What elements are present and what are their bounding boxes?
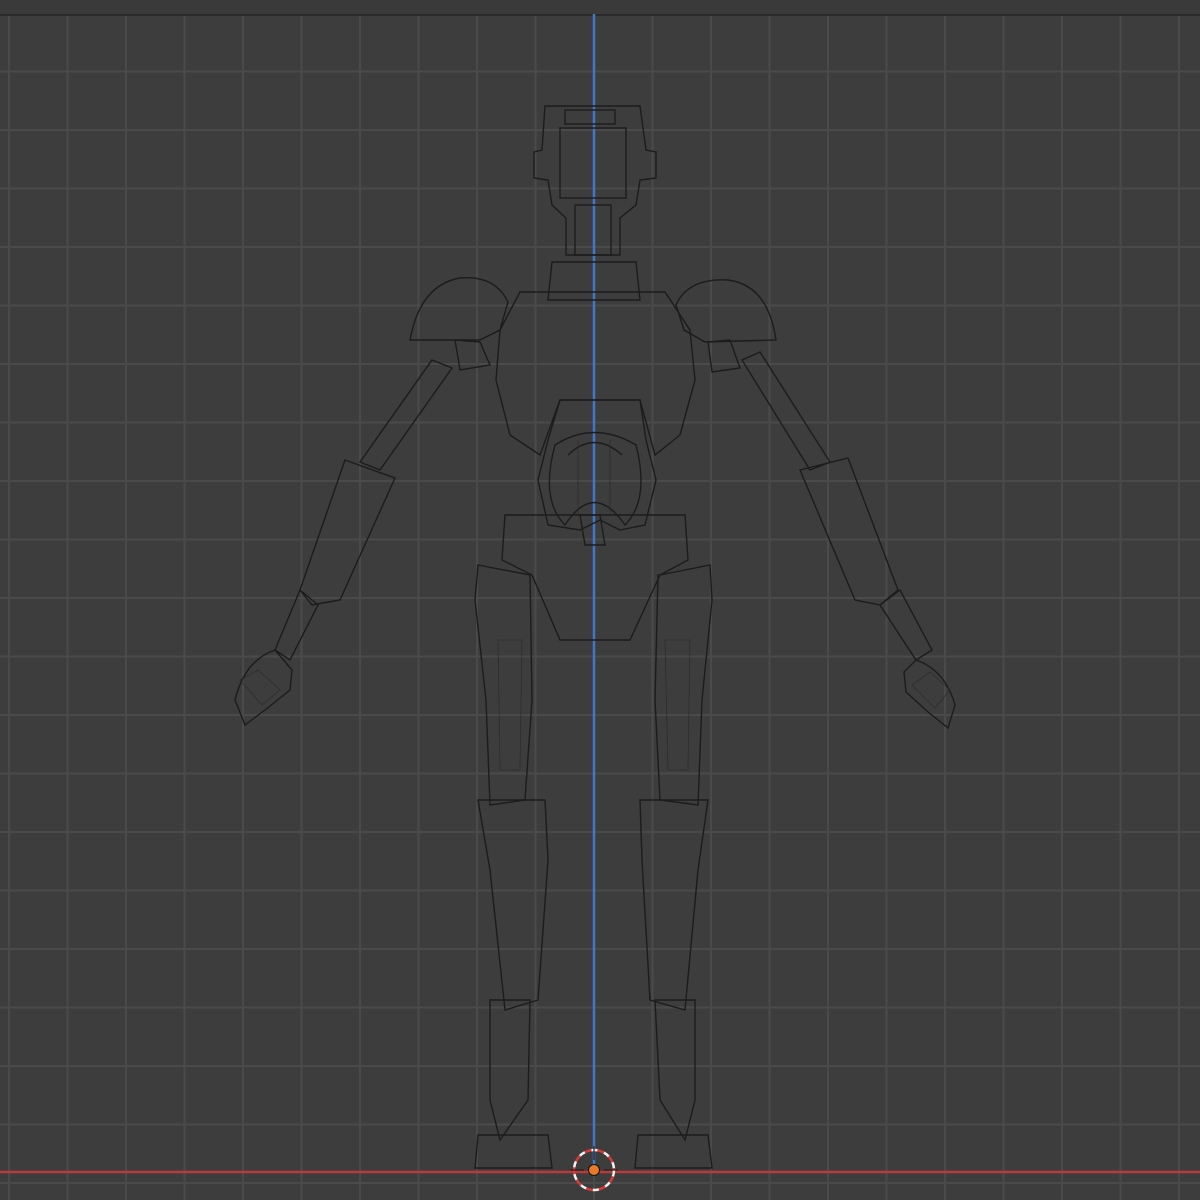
robot-arm-right[interactable] — [740, 351, 956, 730]
origin-icon — [588, 1164, 600, 1176]
3d-viewport[interactable] — [0, 0, 1200, 1200]
robot-arm-left[interactable] — [234, 359, 454, 727]
robot-torso[interactable] — [495, 291, 696, 531]
robot-shoulder-right[interactable] — [675, 279, 777, 373]
robot-leg-left[interactable] — [474, 564, 553, 1169]
robot-shoulder-left[interactable] — [409, 277, 509, 371]
viewport-canvas[interactable] — [0, 0, 1200, 1200]
robot-leg-right[interactable] — [634, 564, 713, 1169]
